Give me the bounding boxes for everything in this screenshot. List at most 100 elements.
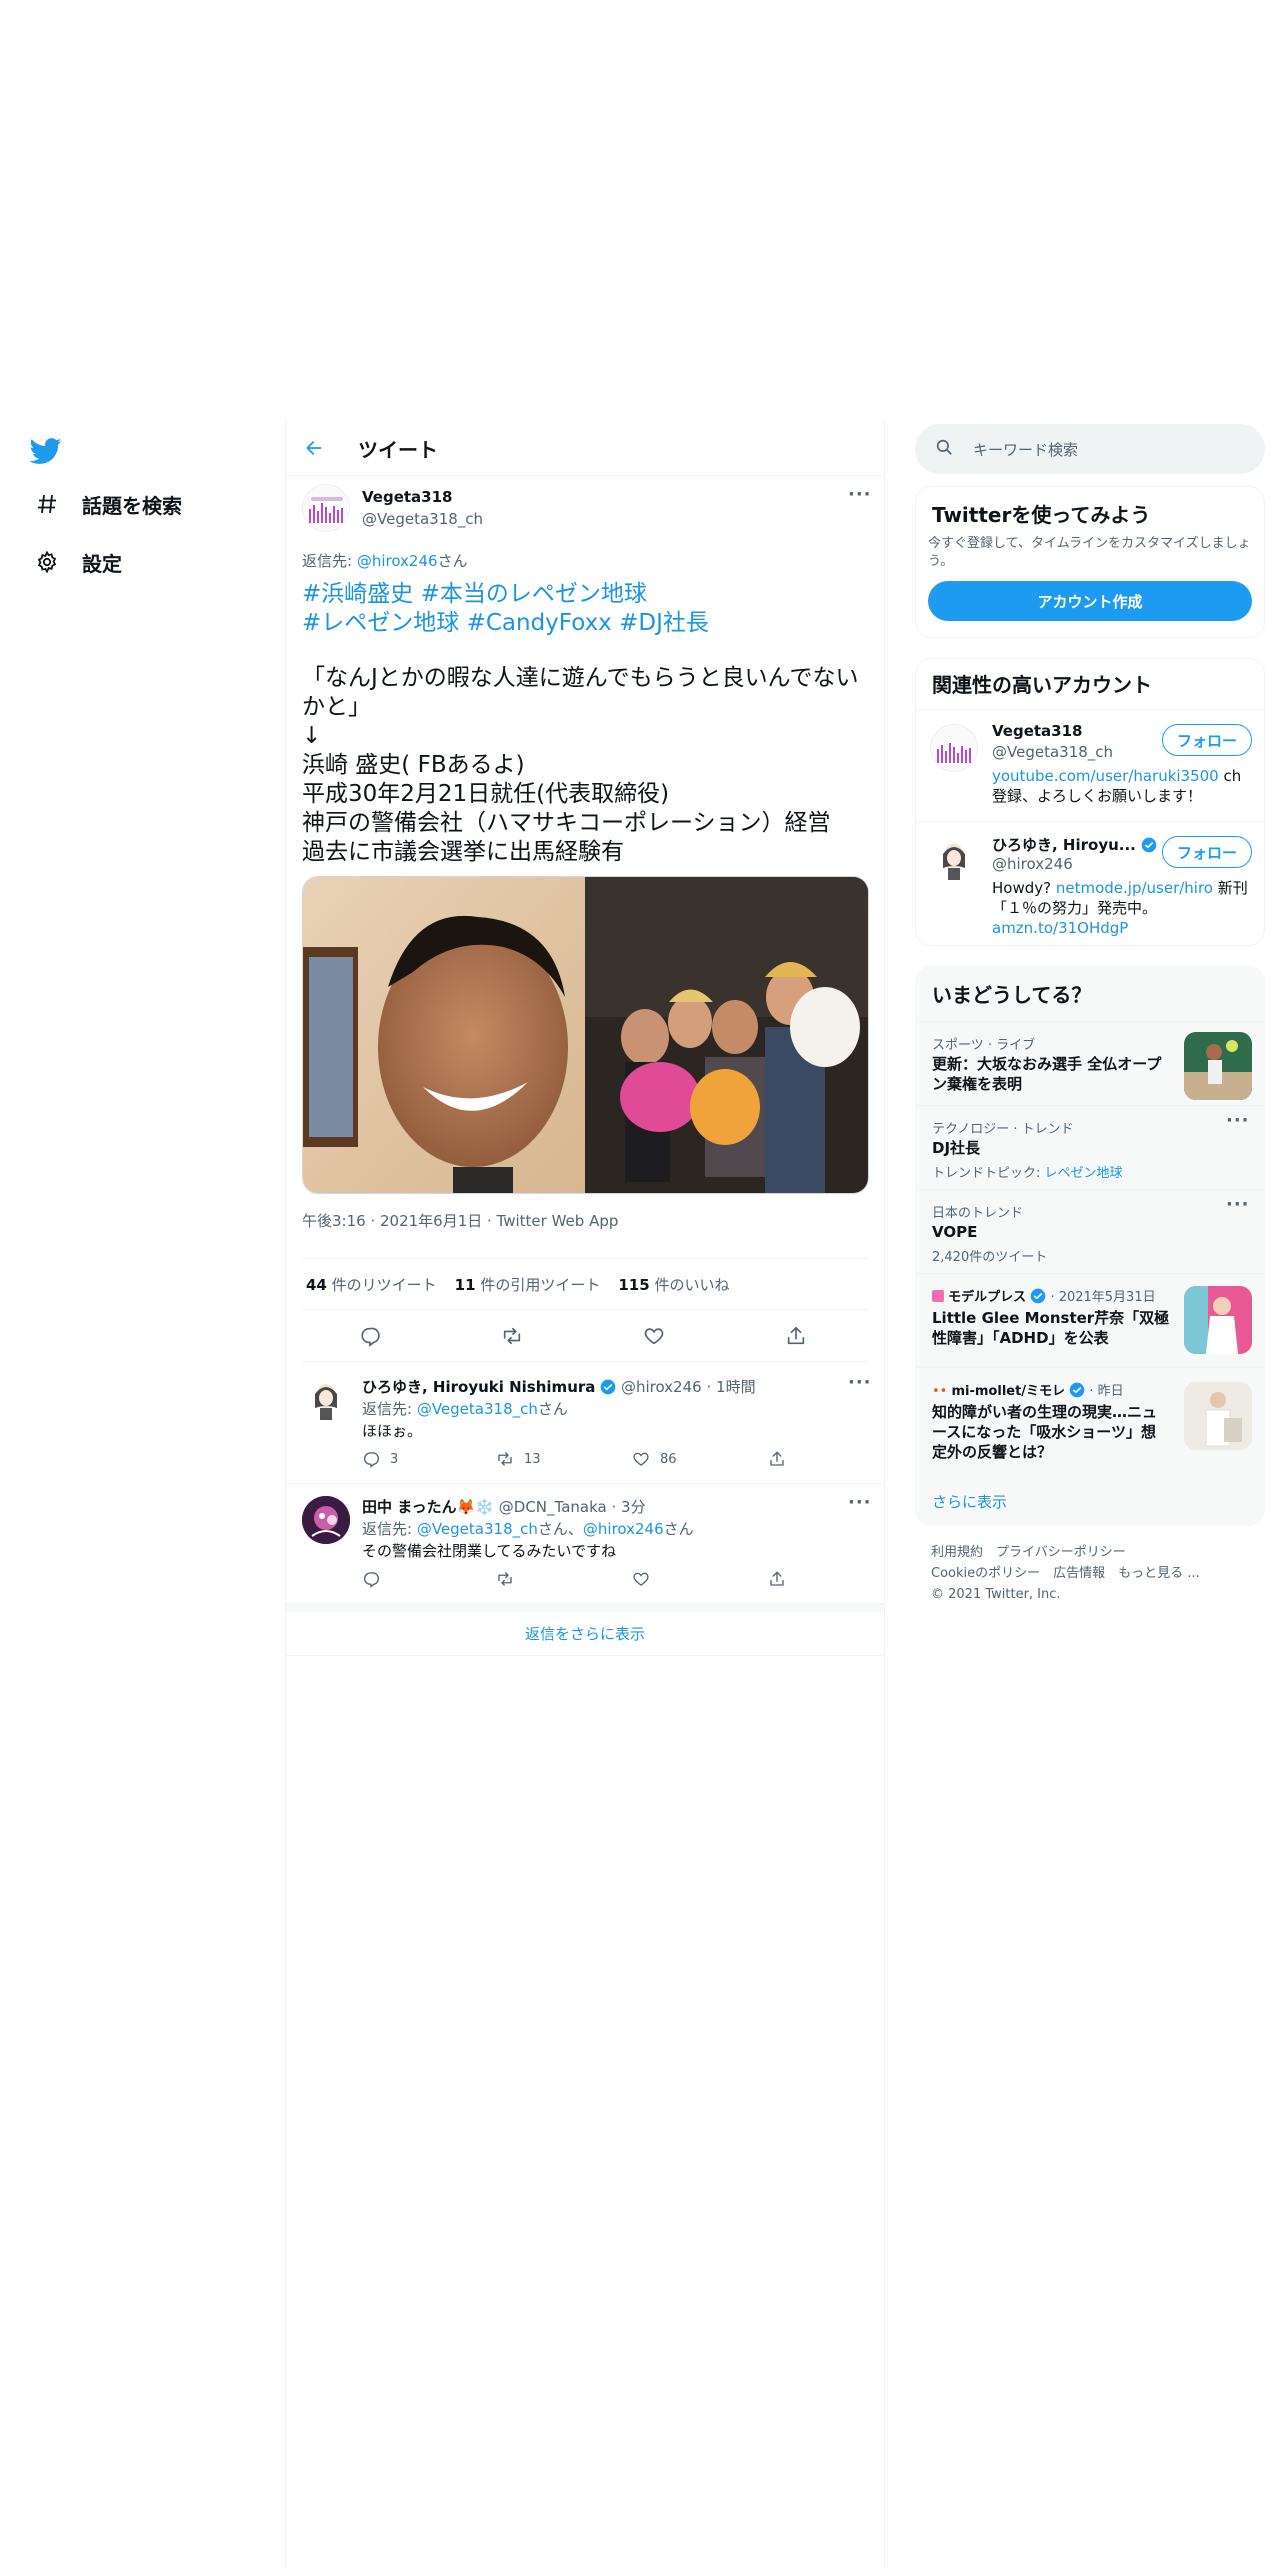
- bio-link[interactable]: youtube.com/user/haruki3500: [992, 767, 1219, 785]
- retweets-stat[interactable]: 44 件のリツイート: [306, 1274, 437, 1295]
- reply-tweet[interactable]: 田中 まったん🦊❄️ @DCN_Tanaka · 3分 ··· 返信先: @Ve…: [286, 1484, 884, 1604]
- retweet-count[interactable]: 13: [496, 1450, 541, 1468]
- trend-meta: 日本のトレンド: [932, 1206, 1024, 1221]
- verified-badge-icon: [1030, 1288, 1046, 1304]
- reply-author-name[interactable]: ひろゆき, Hiroyuki Nishimura: [362, 1378, 595, 1396]
- nav-explore-label: 話題を検索: [82, 493, 182, 518]
- trend-item[interactable]: 日本のトレンド VOPE 2,420件のツイート ···: [916, 1189, 1264, 1273]
- share-icon[interactable]: [768, 1450, 786, 1468]
- hashtag-icon: [34, 491, 60, 517]
- trend-meta-row: モデルプレス · 2021年5月31日: [932, 1286, 1156, 1305]
- reply-to-link[interactable]: @hirox246: [583, 1520, 664, 1538]
- trend-item[interactable]: テクノロジー · トレンド DJ社長 トレンドトピック: レペゼン地球 ···: [916, 1105, 1264, 1189]
- signup-description: 今すぐ登録して、タイムラインをカスタマイズしましょう。: [928, 536, 1251, 569]
- reply-context: 返信先: @Vegeta318_chさん: [362, 1400, 568, 1418]
- trend-meta: テクノロジー · トレンド: [932, 1122, 1074, 1137]
- share-icon[interactable]: [768, 1570, 786, 1588]
- more-options-icon[interactable]: ···: [1226, 1194, 1250, 1215]
- more-options-icon[interactable]: ···: [848, 484, 872, 505]
- reply-avatar[interactable]: [302, 1376, 350, 1424]
- more-options-icon[interactable]: ···: [1226, 1110, 1250, 1131]
- follow-button[interactable]: フォロー: [1162, 836, 1252, 868]
- author-name[interactable]: Vegeta318: [362, 488, 452, 506]
- search-input[interactable]: キーワード検索: [973, 439, 1078, 460]
- more-options-icon[interactable]: ···: [848, 1492, 872, 1513]
- tweet-stats: 44 件のリツイート 11 件の引用ツイート 115 件のいいね: [302, 1258, 868, 1310]
- reply-avatar[interactable]: [302, 1496, 350, 1544]
- nav-explore[interactable]: 話題を検索: [34, 484, 182, 524]
- footer-copyright: © 2021 Twitter, Inc.: [931, 1587, 1061, 1602]
- reply-time[interactable]: · 1時間: [706, 1378, 755, 1396]
- trend-topic-link[interactable]: レペゼン地球: [1045, 1166, 1123, 1181]
- follow-button[interactable]: フォロー: [1162, 724, 1252, 756]
- trend-title: DJ社長: [932, 1139, 981, 1157]
- account-name[interactable]: Vegeta318: [992, 722, 1082, 740]
- nav-settings-label: 設定: [82, 551, 122, 576]
- tweet-hashtags: #浜崎盛史 #本当のレペゼン地球 #レペゼン地球 #CandyFoxx #DJ社…: [302, 580, 872, 638]
- trend-topic: トレンドトピック: レペゼン地球: [932, 1166, 1123, 1181]
- author-handle[interactable]: @Vegeta318_ch: [362, 510, 483, 528]
- hashtag-line[interactable]: #レペゼン地球 #CandyFoxx #DJ社長: [302, 609, 872, 638]
- more-options-icon[interactable]: ···: [848, 1372, 872, 1393]
- reply-to-link[interactable]: @hirox246: [357, 552, 438, 570]
- back-arrow-icon[interactable]: [300, 434, 328, 462]
- likes-stat[interactable]: 115 件のいいね: [618, 1274, 729, 1295]
- trend-item[interactable]: モデルプレス · 2021年5月31日 Little Glee Monster芹…: [916, 1273, 1264, 1367]
- bio-link[interactable]: amzn.to/31OHdgP: [992, 919, 1128, 937]
- like-heart-icon[interactable]: [642, 1324, 666, 1348]
- account-handle[interactable]: @hirox246: [992, 855, 1073, 873]
- reply-author-handle[interactable]: @DCN_Tanaka: [499, 1498, 607, 1516]
- search-box[interactable]: キーワード検索: [915, 424, 1265, 474]
- account-row[interactable]: Vegeta318 @Vegeta318_ch フォロー youtube.com…: [916, 709, 1264, 821]
- reply-text: ほほぉ。: [362, 1422, 423, 1440]
- trend-item[interactable]: スポーツ · ライブ 更新：大坂なおみ選手 全仏オープン棄権を表明: [916, 1021, 1264, 1105]
- account-name[interactable]: ひろゆき, Hiroyu...: [992, 836, 1136, 854]
- source-logo-icon: ••: [932, 1384, 948, 1399]
- reply-count[interactable]: 3: [362, 1450, 398, 1468]
- reply-icon: [364, 1452, 379, 1468]
- trends-title: いまどうしてる？: [932, 983, 1092, 1007]
- retweet-icon: [498, 1452, 512, 1466]
- signup-card: Twitterを使ってみよう 今すぐ登録して、タイムラインをカスタマイズしましょ…: [915, 486, 1265, 638]
- account-avatar[interactable]: [930, 836, 978, 884]
- twitter-logo-icon[interactable]: [29, 435, 62, 467]
- reply-author-handle[interactable]: @hirox246: [621, 1378, 702, 1396]
- footer-line[interactable]: Cookieのポリシー 広告情報 もっと見る ...: [931, 1563, 1200, 1584]
- reply-time[interactable]: · 3分: [611, 1498, 645, 1516]
- reply-to-link[interactable]: @Vegeta318_ch: [417, 1520, 538, 1538]
- account-row[interactable]: ひろゆき, Hiroyu... @hirox246 フォロー Howdy? ne…: [916, 821, 1264, 945]
- footer-line[interactable]: 利用規約 プライバシーポリシー: [931, 1542, 1200, 1563]
- like-heart-icon[interactable]: [632, 1570, 650, 1588]
- bio-link[interactable]: netmode.jp/user/hiro: [1056, 879, 1213, 897]
- reply-to-link[interactable]: @Vegeta318_ch: [417, 1400, 538, 1418]
- reply-icon[interactable]: [358, 1324, 382, 1348]
- account-handle[interactable]: @Vegeta318_ch: [992, 743, 1113, 761]
- share-icon[interactable]: [784, 1324, 808, 1348]
- author-avatar[interactable]: [302, 484, 350, 532]
- like-count[interactable]: 86: [632, 1450, 677, 1468]
- trends-show-more[interactable]: さらに表示: [932, 1491, 1007, 1512]
- like-heart-icon: [633, 1452, 649, 1466]
- reply-author-name[interactable]: 田中 まったん🦊❄️: [362, 1498, 494, 1516]
- footer-links: 利用規約 プライバシーポリシー Cookieのポリシー 広告情報 もっと見る .…: [931, 1542, 1200, 1605]
- reply-tweet[interactable]: ひろゆき, Hiroyuki Nishimura @hirox246 · 1時間…: [286, 1362, 884, 1484]
- quotes-stat[interactable]: 11 件の引用ツイート: [455, 1274, 601, 1295]
- reply-text: その警備会社閉業してるみたいですね: [362, 1542, 617, 1560]
- media-photo-portrait[interactable]: [303, 877, 585, 1193]
- retweet-icon[interactable]: [500, 1324, 524, 1348]
- verified-badge-icon: [1069, 1382, 1085, 1398]
- nav-settings[interactable]: 設定: [34, 542, 122, 582]
- retweet-icon[interactable]: [496, 1570, 514, 1588]
- tweet-timestamp[interactable]: 午後3:16 · 2021年6月1日 · Twitter Web App: [302, 1210, 618, 1231]
- verified-badge-icon: [600, 1378, 616, 1396]
- tweet-media[interactable]: [302, 876, 869, 1194]
- trend-item[interactable]: •• mi-mollet/ミモレ · 昨日 知的障がい者の生理の現実…ニュースに…: [916, 1367, 1264, 1477]
- create-account-button[interactable]: アカウント作成: [928, 581, 1252, 621]
- media-photo-group[interactable]: [585, 877, 868, 1193]
- search-icon: [935, 438, 953, 460]
- show-more-replies-button[interactable]: 返信をさらに表示: [286, 1604, 884, 1656]
- account-bio: Howdy? netmode.jp/user/hiro 新刊「１％の努力」発売中…: [992, 879, 1248, 937]
- reply-icon[interactable]: [362, 1570, 380, 1588]
- account-avatar[interactable]: [930, 724, 978, 772]
- hashtag-line[interactable]: #浜崎盛史 #本当のレペゼン地球: [302, 580, 872, 609]
